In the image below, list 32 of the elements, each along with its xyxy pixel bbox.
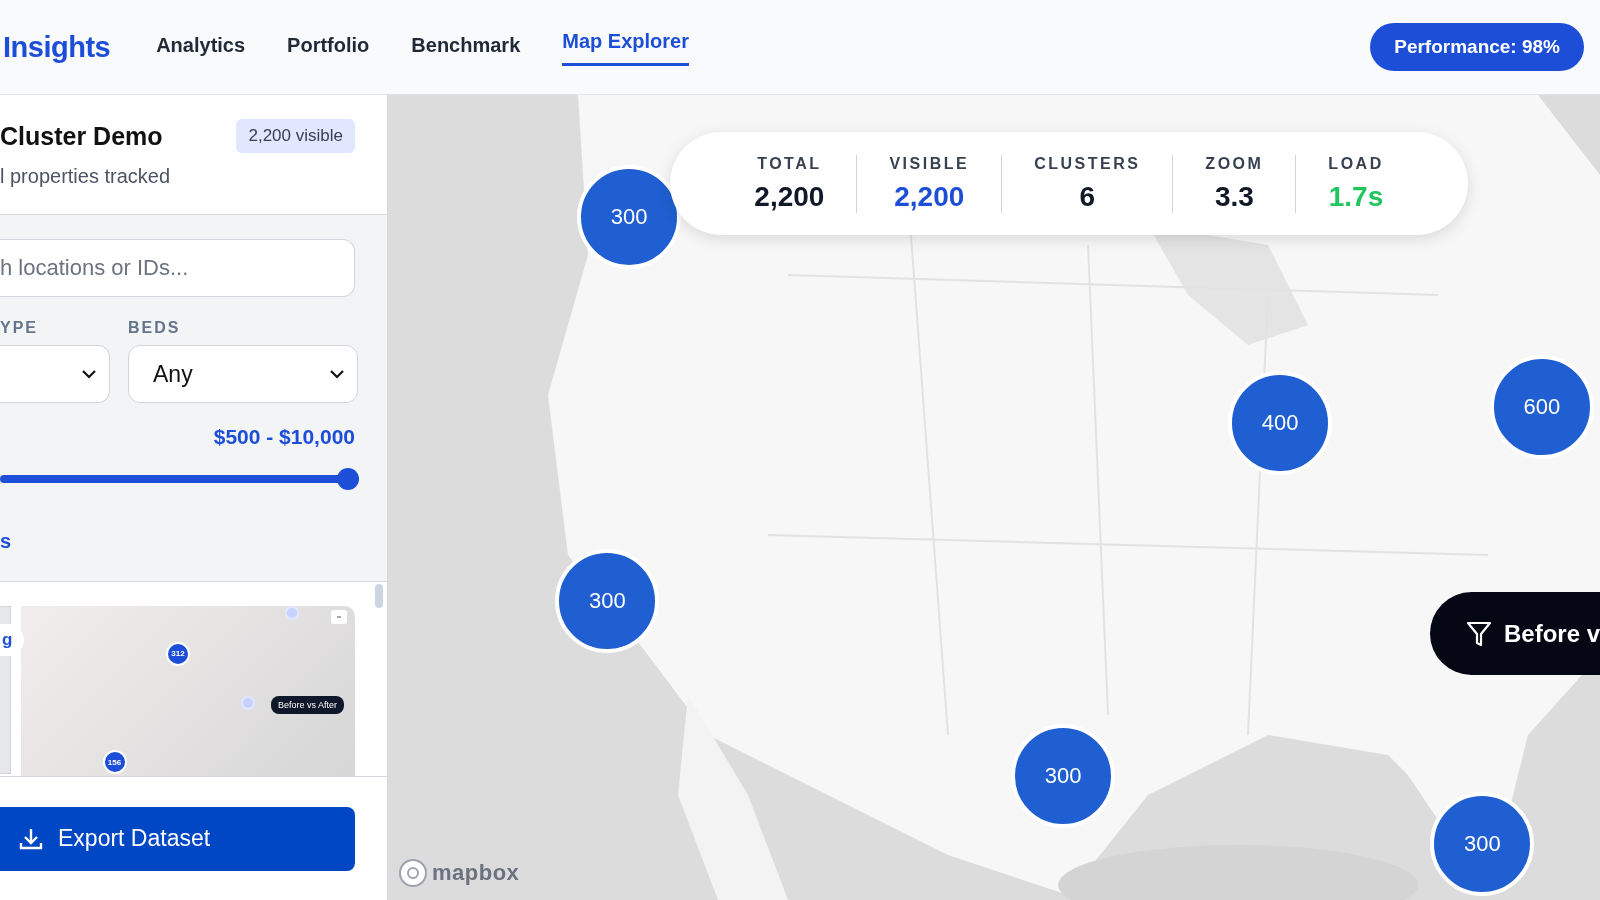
cluster-marker: 156 bbox=[102, 750, 127, 775]
panel-title: Cluster Demo bbox=[0, 121, 163, 151]
stat-value: 2,200 bbox=[754, 180, 825, 213]
stat-label: CLUSTERS bbox=[1034, 154, 1141, 173]
stat-label: ZOOM bbox=[1205, 154, 1264, 173]
stat-label: LOAD bbox=[1328, 154, 1384, 173]
stat-value: 1.7s bbox=[1328, 180, 1384, 213]
preview-chip: g bbox=[0, 624, 25, 656]
before-after-button[interactable]: Before vs After bbox=[271, 696, 345, 714]
visible-count-badge: 2,200 visible bbox=[236, 119, 355, 153]
map-attribution: mapbox bbox=[432, 860, 520, 886]
export-button[interactable]: Export Dataset bbox=[0, 806, 355, 871]
nav-tab[interactable]: Benchmark bbox=[411, 24, 521, 70]
stat-label: VISIBLE bbox=[889, 154, 970, 173]
performance-button[interactable]: Performance: 98% bbox=[1370, 23, 1584, 71]
panel-subtitle: l properties tracked bbox=[0, 165, 172, 188]
brand-logo[interactable]: Insights bbox=[3, 30, 111, 64]
stat-value: 3.3 bbox=[1214, 180, 1254, 213]
price-range-reading: $500 - $10,000 bbox=[212, 425, 355, 449]
nav-tab[interactable]: Analytics bbox=[156, 24, 246, 70]
stat-value: 6 bbox=[1079, 180, 1096, 213]
filter-label: BEDS bbox=[128, 319, 182, 337]
cluster-marker: 312 bbox=[165, 641, 190, 666]
nav-tab[interactable]: Portfolio bbox=[287, 24, 370, 70]
filter-label: YPE bbox=[0, 319, 39, 337]
filter-link[interactable]: s bbox=[0, 530, 355, 553]
nav-tab[interactable]: Map Explorer bbox=[562, 20, 689, 66]
search-field[interactable]: h locations or IDs... bbox=[0, 239, 355, 297]
filter-button[interactable]: Before v bbox=[1429, 592, 1600, 675]
filter-dropdown[interactable]: Any bbox=[128, 345, 358, 403]
stat-value: 2,200 bbox=[894, 180, 965, 213]
stat-label: TOTAL bbox=[757, 154, 822, 173]
